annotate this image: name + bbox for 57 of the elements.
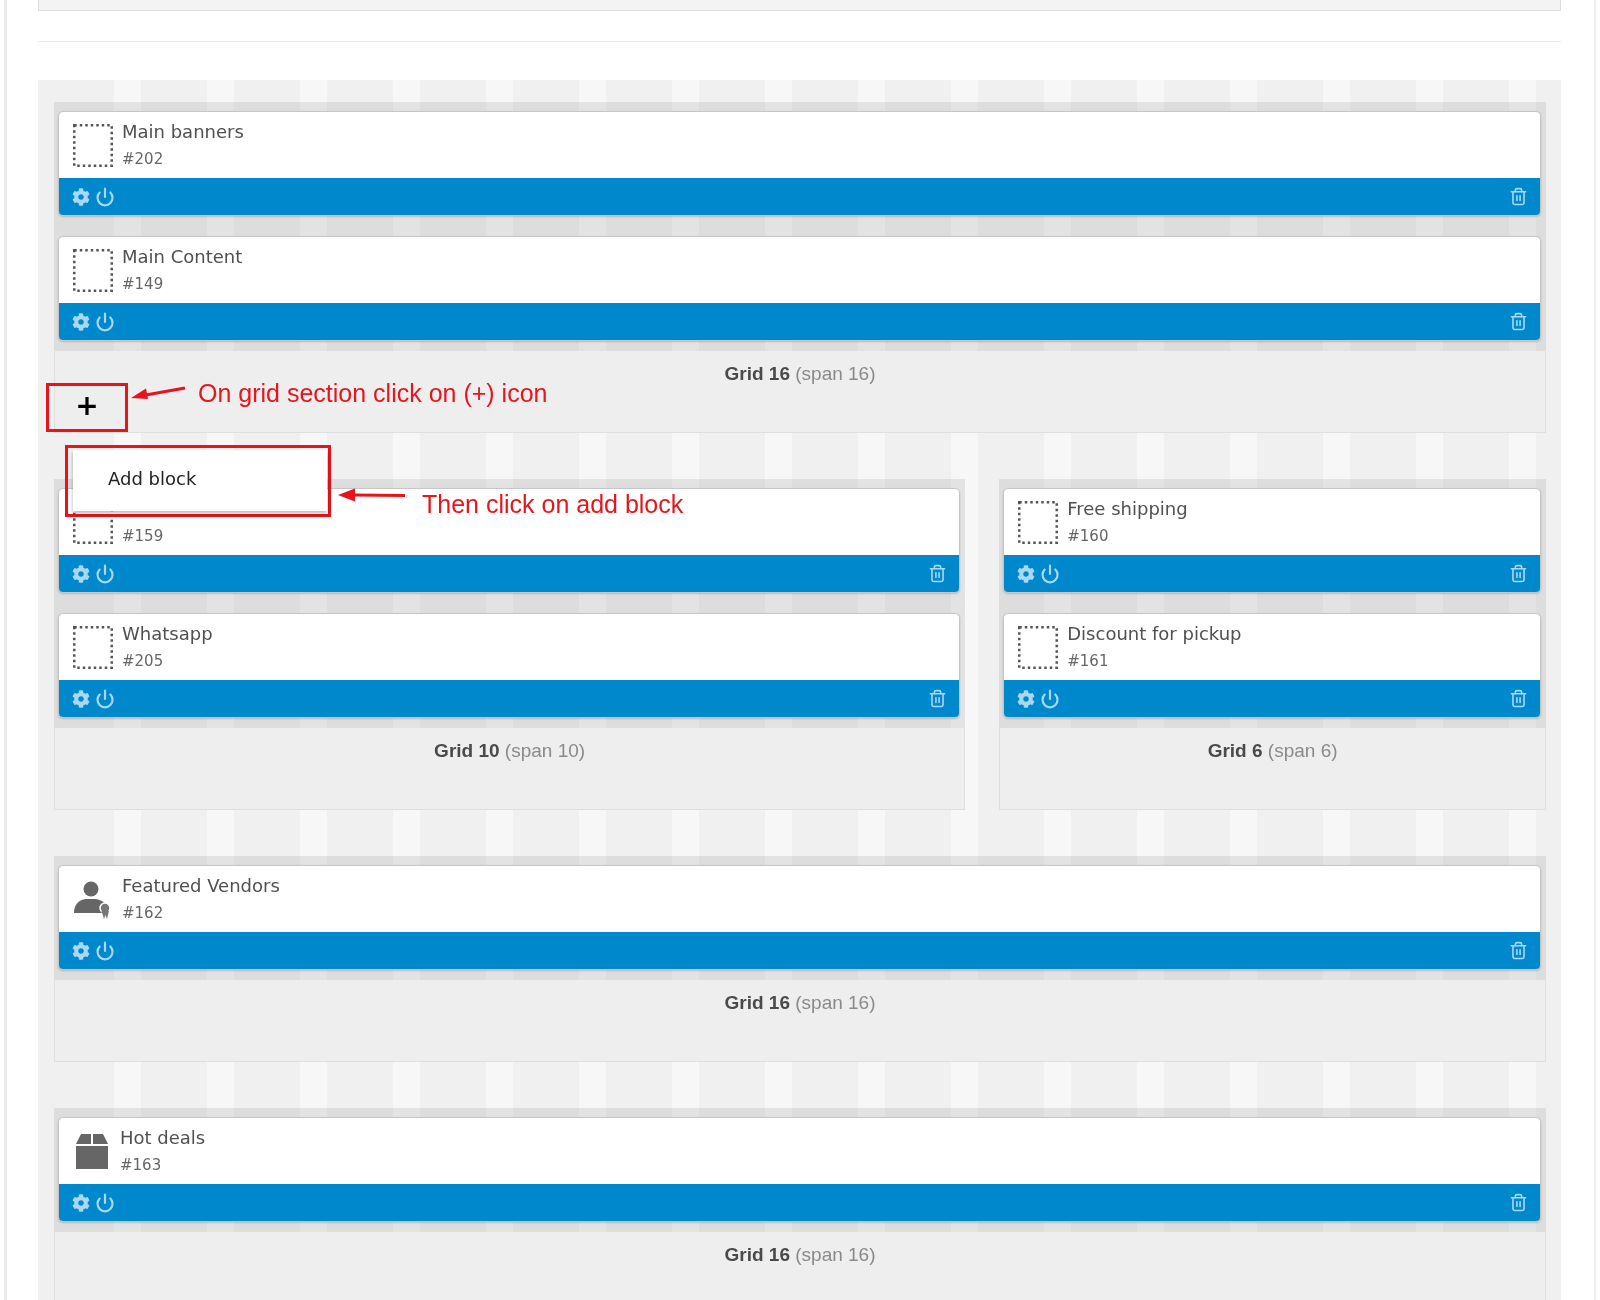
trash-icon[interactable] [1509,1193,1528,1212]
settings-icon[interactable] [72,564,90,583]
annotation-arrow [131,385,186,401]
dotted-square-icon [1018,625,1059,669]
block-title: Main Content [122,245,243,269]
dotted-square-icon [73,123,113,167]
trash-icon[interactable] [1509,187,1528,206]
trash-icon[interactable] [928,689,948,708]
dotted-square-icon [1018,500,1059,544]
block-title: Whatsapp [122,622,213,646]
power-icon[interactable] [95,1192,115,1213]
add-button[interactable]: + [49,386,125,429]
block-title: Discount for pickup [1067,622,1242,646]
settings-icon[interactable] [72,187,90,206]
annotation-arrow [338,488,406,502]
dotted-square-icon [73,248,113,292]
block-id: #205 [122,651,165,671]
block-title: Free shipping [1067,497,1188,521]
trash-icon[interactable] [1509,941,1528,960]
settings-icon[interactable] [72,941,90,960]
block-id: #149 [122,274,165,294]
power-icon[interactable] [1040,563,1061,584]
grid-label: Grid 16 (span 16) [724,1243,876,1267]
grid-label: Grid 16 (span 16) [724,991,876,1015]
block-id: #162 [122,903,165,923]
trash-icon[interactable] [1509,564,1528,583]
annotation-text: On grid section click on (+) icon [198,378,548,408]
menu-item[interactable]: Add block [108,467,327,491]
power-icon[interactable] [95,563,115,584]
settings-icon[interactable] [72,312,90,331]
grid-label: Grid 16 (span 16) [724,362,876,386]
power-icon[interactable] [95,688,115,709]
block-title: Main banners [122,120,244,144]
block-id: #161 [1067,651,1110,671]
power-icon[interactable] [1040,688,1061,709]
power-icon[interactable] [95,940,115,961]
block-id: #163 [120,1155,163,1175]
block-id: #160 [1067,526,1110,546]
settings-icon[interactable] [72,689,90,708]
person-badge-icon [73,879,113,919]
settings-icon[interactable] [1017,689,1036,708]
trash-icon[interactable] [928,564,948,583]
power-icon[interactable] [95,186,115,207]
trash-icon[interactable] [1509,312,1528,331]
settings-icon[interactable] [1017,564,1036,583]
trash-icon[interactable] [1509,689,1528,708]
settings-icon[interactable] [72,1193,90,1212]
dotted-square-icon [73,625,113,669]
block-title: Featured Vendors [122,874,280,898]
grid-label: Grid 6 (span 6) [1207,739,1338,763]
block-id: #202 [122,149,165,169]
block-id: #159 [122,526,164,546]
box-icon [73,1132,111,1170]
block-title: Hot deals [120,1126,206,1150]
annotation-text: Then click on add block [422,489,684,519]
grid-label: Grid 10 (span 10) [434,739,586,763]
power-icon[interactable] [95,311,115,332]
